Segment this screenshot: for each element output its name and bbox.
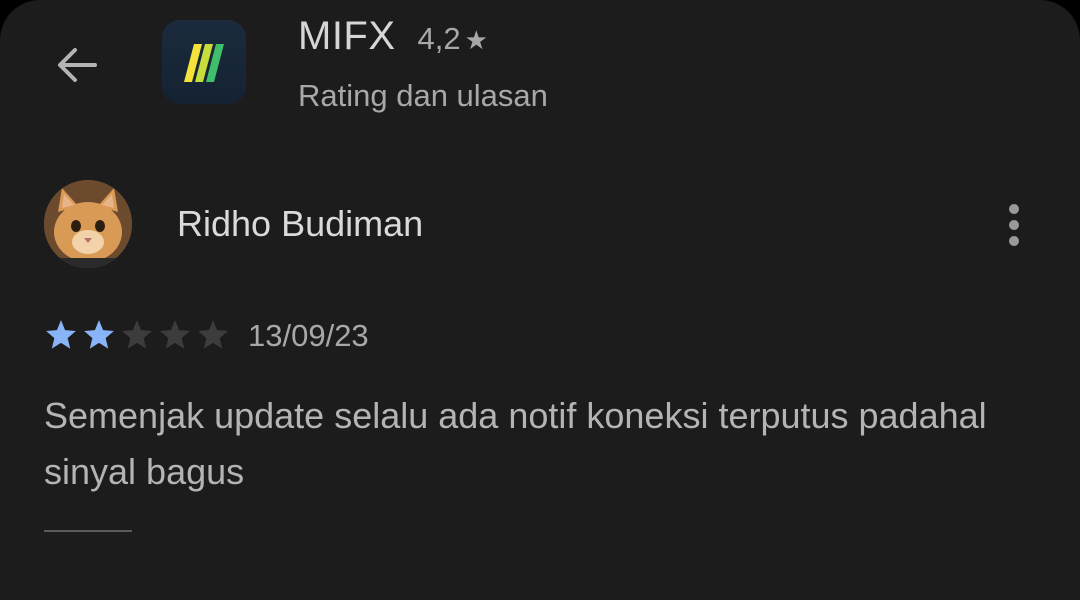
reviewer-name: Ridho Budiman [177,203,424,244]
divider [44,530,132,532]
app-rating: 4,2 [417,21,461,56]
page-subtitle: Rating dan ulasan [298,78,548,113]
app-icon[interactable] [162,20,246,104]
star-empty-icon [122,320,152,349]
review-text: Semenjak update selalu ada notif koneksi… [44,395,987,492]
star-filled-icon [84,320,114,349]
app-title-row: MIFX 4,2 ★ [298,14,488,66]
more-vertical-icon [1009,204,1019,246]
rating-sheet: MIFX 4,2 ★ Rating dan ulasan Ridho Budim… [0,0,1080,600]
star-empty-icon [160,320,190,349]
mifx-logo-icon [184,44,224,82]
arrow-left-icon [58,48,97,82]
review-star-rating [44,318,234,352]
app-name: MIFX [298,14,396,58]
cat-avatar [44,180,132,268]
star-icon: ★ [464,25,488,55]
star-empty-icon [198,320,228,349]
more-options-button[interactable] [996,200,1032,250]
review-date: 13/09/23 [248,318,369,353]
avatar [44,180,132,268]
star-filled-icon [46,320,76,349]
back-button[interactable] [50,38,104,92]
